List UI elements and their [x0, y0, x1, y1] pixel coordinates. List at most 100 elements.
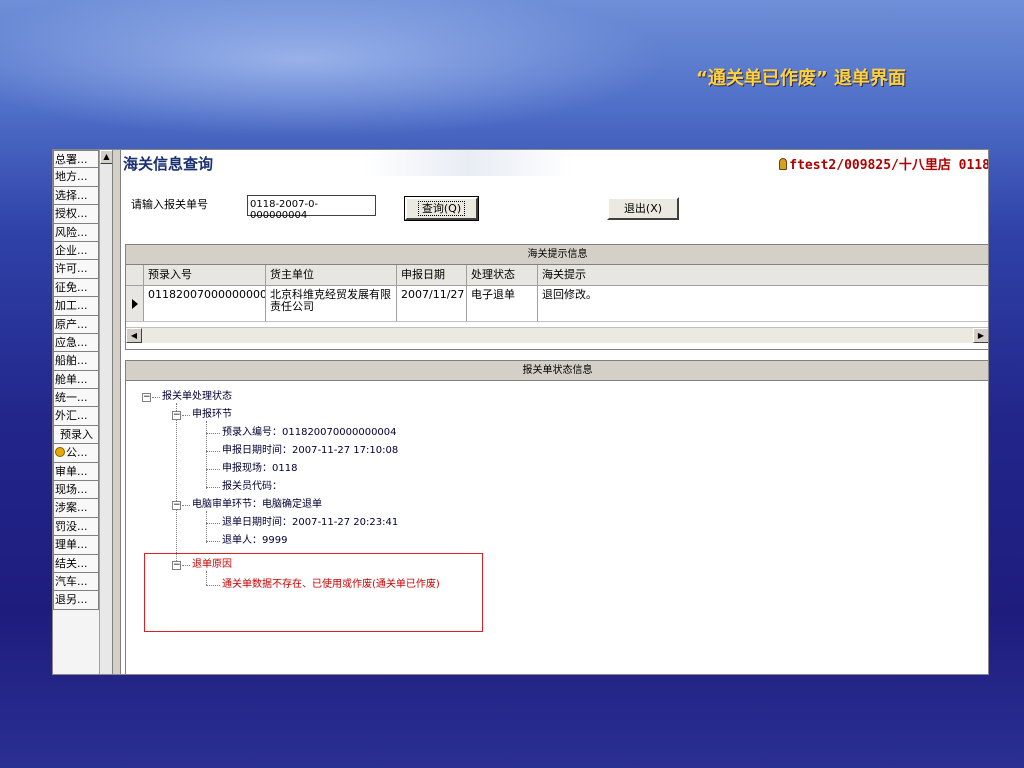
nav-item[interactable]: 总署...: [53, 150, 99, 169]
tree-line: [206, 541, 220, 542]
header-bar: 海关信息查询 ftest2/009825/十八里店 0118: [121, 150, 989, 176]
customs-hint-grid: 海关提示信息 预录入号 货主单位 申报日期 处理状态 海关提示 01182007…: [125, 244, 988, 350]
tree-node-declare[interactable]: 申报环节: [192, 408, 232, 422]
grid-header: 预录入号 货主单位 申报日期 处理状态 海关提示: [126, 265, 988, 286]
tree-line: [176, 403, 177, 567]
nav-item[interactable]: 企业...: [53, 241, 99, 261]
tree-line: [206, 433, 220, 434]
nav-item-label: 船舶...: [55, 354, 88, 368]
nav-item[interactable]: 应急...: [53, 333, 99, 353]
user-icon: [779, 158, 788, 170]
declaration-number-input[interactable]: 0118-2007-0-000000004: [247, 195, 376, 221]
tree-line: [206, 469, 220, 470]
query-label: 请输入报关单号: [131, 198, 208, 211]
table-cell[interactable]: 011820070000000004: [144, 286, 266, 321]
tree-node-review[interactable]: 电脑审单环节：电脑确定退单: [192, 498, 322, 512]
tree-line: [182, 415, 190, 416]
query-button[interactable]: 查询(Q): [404, 196, 479, 221]
table-row[interactable]: 011820070000000004 北京科维克经贸发展有限责任公司 2007/…: [126, 286, 988, 322]
nav-item[interactable]: 罚没...: [53, 517, 99, 537]
nav-item[interactable]: 许可...: [53, 260, 99, 279]
column-header[interactable]: 预录入号: [144, 265, 266, 285]
tree-leaf[interactable]: 申报现场：0118: [222, 462, 297, 476]
slide-title: “通关单已作废” 退单界面: [696, 68, 906, 89]
collapse-icon[interactable]: −: [172, 411, 181, 420]
nav-item[interactable]: 汽车...: [53, 572, 99, 592]
nav-item[interactable]: 风险...: [53, 223, 99, 242]
row-selector[interactable]: [126, 286, 144, 321]
splitter[interactable]: [113, 150, 121, 674]
page-title: 海关信息查询: [123, 155, 214, 173]
nav-item-label: 选择...: [55, 188, 88, 202]
highlight-box: [144, 553, 483, 632]
shield-icon: [55, 447, 65, 458]
nav-item[interactable]: 退另...: [53, 591, 99, 610]
nav-item-label: 罚没...: [55, 519, 88, 533]
nav-item-label: 结关...: [55, 556, 88, 570]
tree-line: [152, 397, 160, 398]
tree-node-root[interactable]: 报关单处理状态: [162, 390, 232, 404]
nav-item[interactable]: 结关...: [53, 554, 99, 573]
nav-item[interactable]: 现场...: [53, 481, 99, 500]
user-info: ftest2/009825/十八里店 0118: [779, 154, 989, 173]
nav-item[interactable]: 涉案...: [53, 499, 99, 518]
table-cell[interactable]: 北京科维克经贸发展有限责任公司: [266, 286, 397, 321]
tree-line: [182, 505, 190, 506]
nav-item[interactable]: 理单...: [53, 536, 99, 555]
tree-line: [206, 523, 220, 524]
scroll-left-icon[interactable]: ◀: [126, 328, 142, 343]
scroll-up-icon[interactable]: ▲: [100, 150, 112, 164]
nav-item[interactable]: 授权...: [53, 205, 99, 224]
nav-item[interactable]: 外汇...: [53, 407, 99, 426]
nav-item[interactable]: 舱单...: [53, 370, 99, 390]
tree-leaf[interactable]: 退单人：9999: [222, 534, 287, 548]
nav-item-label: 理单...: [55, 538, 88, 552]
nav-item[interactable]: 征免...: [53, 278, 99, 298]
nav-item[interactable]: 公...: [53, 444, 99, 463]
tree-line: [206, 487, 220, 488]
collapse-icon[interactable]: −: [172, 501, 181, 510]
column-header[interactable]: 申报日期: [397, 265, 467, 285]
nav-scrollbar[interactable]: ▲: [99, 150, 112, 674]
collapse-icon[interactable]: −: [142, 393, 151, 402]
tree-line: [206, 511, 207, 543]
column-header[interactable]: 货主单位: [266, 265, 397, 285]
nav-item-label: 风险...: [55, 225, 88, 239]
tree-leaf[interactable]: 退单日期时间：2007-11-27 20:23:41: [222, 516, 398, 530]
nav-item[interactable]: 选择...: [53, 186, 99, 206]
nav-item-label: 授权...: [55, 207, 88, 221]
nav-item[interactable]: 加工...: [53, 297, 99, 316]
column-header[interactable]: 处理状态: [467, 265, 538, 285]
nav-item-label: 涉案...: [55, 501, 88, 515]
nav-item-label: 统一...: [55, 391, 88, 405]
tree-leaf[interactable]: 预录入编号：011820070000000004: [222, 426, 397, 440]
table-cell[interactable]: 2007/11/27: [397, 286, 467, 321]
tree-leaf[interactable]: 申报日期时间：2007-11-27 17:10:08: [222, 444, 398, 458]
nav-item[interactable]: 统一...: [53, 389, 99, 408]
tree-leaf[interactable]: 报关员代码：: [222, 480, 282, 494]
column-header[interactable]: 海关提示: [538, 265, 988, 285]
status-caption: 报关单状态信息: [126, 361, 988, 381]
exit-button[interactable]: 退出(X): [607, 197, 679, 220]
nav-item[interactable]: 预录入: [53, 425, 99, 445]
scroll-right-icon[interactable]: ▶: [973, 328, 988, 343]
query-button-label: 查询(Q): [417, 201, 466, 216]
nav-item-label: 原产...: [55, 317, 88, 331]
grid-caption: 海关提示信息: [126, 245, 988, 265]
nav-item-label: 退另...: [55, 593, 88, 607]
user-label: ftest2/009825/十八里店 0118: [789, 158, 989, 173]
nav-item[interactable]: 船舶...: [53, 352, 99, 371]
tree-line: [206, 451, 220, 452]
nav-item-label: 应急...: [55, 335, 88, 349]
nav-item-label: 现场...: [55, 483, 88, 497]
row-header-corner: [126, 265, 144, 285]
nav-item[interactable]: 地方...: [53, 168, 99, 187]
horizontal-scrollbar[interactable]: ◀ ▶: [126, 327, 988, 343]
table-cell[interactable]: 电子退单: [467, 286, 538, 321]
nav-item[interactable]: 审单...: [53, 462, 99, 482]
nav-item[interactable]: 原产...: [53, 315, 99, 334]
nav-item-label: 总署...: [55, 153, 88, 166]
table-cell[interactable]: 退回修改。: [538, 286, 988, 321]
current-row-icon: [132, 299, 138, 309]
nav-item-label: 汽车...: [55, 574, 88, 588]
